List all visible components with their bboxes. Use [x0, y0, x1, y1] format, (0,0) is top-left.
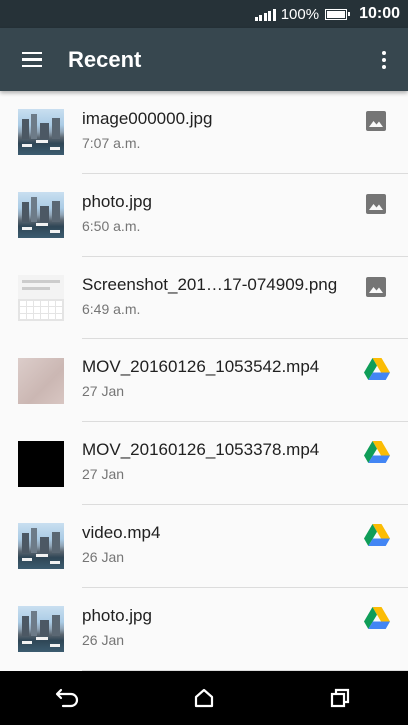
image-icon — [364, 109, 388, 133]
file-text: Screenshot_201…17-074909.png 6:49 a.m. — [82, 274, 337, 318]
file-list-item[interactable]: MOV_20160126_1053378.mp4 27 Jan — [0, 422, 408, 505]
page-title: Recent — [68, 46, 142, 72]
file-date: 27 Jan — [82, 383, 125, 400]
file-list-item[interactable]: photo.jpg 26 Jan — [0, 588, 408, 671]
file-thumbnail — [18, 440, 64, 487]
back-icon[interactable] — [38, 671, 98, 725]
file-date: 6:50 a.m. — [82, 217, 141, 234]
file-list-item[interactable]: MOV_20160126_1053542.mp4 27 Jan — [0, 339, 408, 423]
file-list-item[interactable]: photo.jpg 6:50 a.m. — [0, 174, 408, 257]
file-thumbnail — [18, 357, 64, 404]
file-name: image000000.jpg — [82, 109, 213, 128]
file-list-item[interactable]: image000000.jpg 7:07 a.m. — [0, 91, 408, 174]
image-icon — [364, 192, 388, 216]
file-thumbnail — [18, 109, 64, 156]
file-name: photo.jpg — [82, 191, 152, 211]
file-name: Screenshot_201…17-074909.png — [82, 274, 338, 294]
file-date: 27 Jan — [82, 466, 125, 483]
file-list: image000000.jpg 7:07 a.m. photo.jpg 6:50 a.… — [0, 91, 408, 671]
file-date: 7:07 a.m. — [82, 135, 141, 151]
file-text: MOV_20160126_1053378.mp4 27 Jan — [82, 439, 319, 483]
file-name: MOV_20160126_1053542.mp4 — [82, 357, 320, 377]
overflow-menu-icon[interactable] — [360, 28, 408, 91]
battery-icon — [325, 8, 351, 20]
google-drive-icon — [364, 523, 390, 547]
file-text: photo.jpg 6:50 a.m. — [82, 191, 152, 235]
file-name: MOV_20160126_1053378.mp4 — [82, 440, 320, 460]
google-drive-icon — [364, 606, 390, 630]
file-date: 6:49 a.m. — [82, 300, 141, 317]
app-bar: Recent — [0, 28, 408, 91]
file-thumbnail — [18, 192, 64, 239]
file-thumbnail — [18, 606, 64, 653]
home-icon[interactable] — [174, 671, 234, 725]
google-drive-icon — [364, 357, 390, 381]
hamburger-menu-icon[interactable] — [0, 28, 64, 91]
clock: 10:00 — [359, 5, 400, 22]
file-text: photo.jpg 26 Jan — [82, 605, 152, 649]
file-name: video.mp4 — [82, 522, 161, 542]
file-list-item[interactable]: video.mp4 26 Jan — [0, 505, 408, 588]
file-text: video.mp4 26 Jan — [82, 522, 160, 566]
file-text: MOV_20160126_1053542.mp4 27 Jan — [82, 356, 319, 400]
file-text: image000000.jpg 7:07 a.m. — [82, 108, 212, 152]
google-drive-icon — [364, 440, 390, 464]
file-thumbnail — [18, 274, 64, 321]
file-date: 26 Jan — [82, 631, 125, 648]
recent-apps-icon[interactable] — [310, 671, 370, 725]
signal-bars-icon — [254, 7, 276, 21]
file-date: 26 Jan — [82, 548, 125, 565]
navigation-bar — [0, 671, 408, 725]
file-list-item[interactable]: Screenshot_201…17-074909.png 6:49 a.m. — [0, 257, 408, 340]
image-icon — [364, 275, 388, 299]
file-thumbnail — [18, 523, 64, 570]
battery-percent: 100% — [280, 5, 320, 23]
status-bar: 100% 10:00 — [0, 0, 408, 28]
file-name: photo.jpg — [82, 605, 152, 625]
